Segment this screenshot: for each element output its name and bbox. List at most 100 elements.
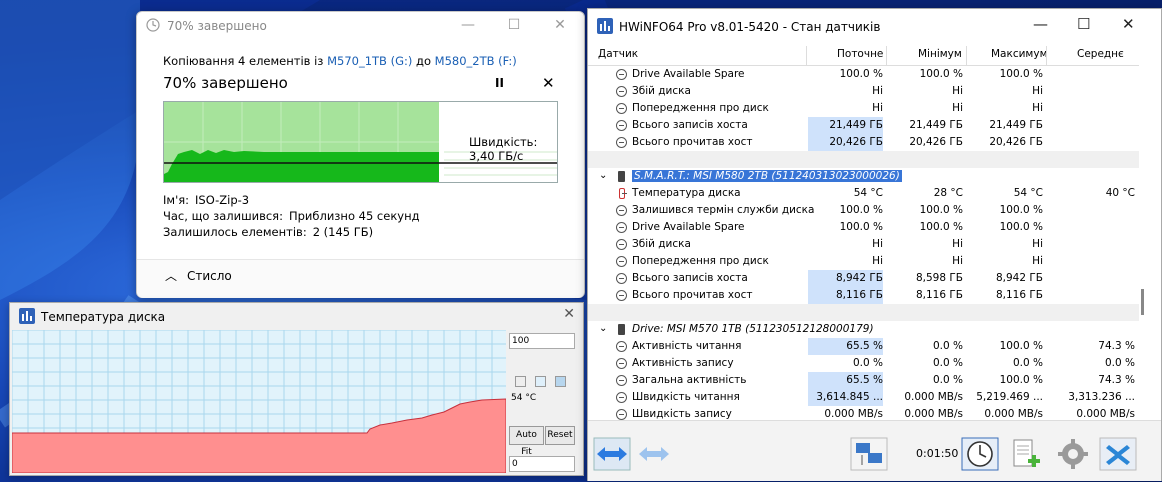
value-avg: 74.3 % [1098,340,1135,352]
sensor-group-header[interactable]: ⌄ S.M.A.R.T.: MSI M580 2TB (5112403130230… [588,168,1139,185]
sensor-row[interactable]: Всього записів хоста 21,449 ГБ 21,449 ГБ 21… [588,117,1139,134]
value-min: Ні [952,85,963,97]
file-name-row: Ім'я: ISO-Zip-3 [163,193,249,207]
copy-description: Копіювання 4 елементів із M570_1TB (G:) … [163,54,517,68]
value-cur: 100.0 % [839,204,883,216]
option-checkbox-1[interactable] [515,376,526,387]
report-add-icon[interactable] [1006,437,1044,471]
sensor-row[interactable]: Температура диска 54 °C 28 °C 54 °C 40 °C [588,185,1139,202]
value-cur: 100.0 % [839,68,883,80]
hwinfo-title: HWiNFO64 Pro v8.01-5420 - Стан датчиків [619,20,881,34]
name-label: Ім'я: [163,193,190,207]
value-avg: 3,313.236 ... [1068,391,1135,403]
sensor-row[interactable]: Всього прочитав хост 20,426 ГБ 20,426 ГБ 20… [588,134,1139,151]
value-avg [1060,287,1135,304]
settings-gear-icon[interactable] [1054,437,1092,471]
value-max: 100.0 % [999,340,1043,352]
value-avg [1060,134,1135,151]
sensor-row[interactable]: Drive Available Spare 100.0 % 100.0 % 100.0… [588,219,1139,236]
sensor-row[interactable]: Залишився термін служби диска 100.0 % 100.… [588,202,1139,219]
column-minimum[interactable]: Мінімум [918,48,962,60]
elapsed-timer: 0:01:50 [916,447,959,460]
value-cur: 20,426 ГБ [808,134,883,151]
sensor-name: Температура диска [632,187,741,199]
disk-temperature-window: Температура диска ✕ 100 54 °C Auto Fit R… [9,302,584,476]
hwinfo-titlebar: HWiNFO64 Pro v8.01-5420 - Стан датчиків … [588,9,1161,41]
value-avg [1060,202,1135,219]
sensor-status-icon [616,341,627,352]
sensor-name: Швидкість запису [632,408,732,420]
value-avg [1060,117,1135,134]
close-x-icon[interactable] [1099,437,1137,471]
maximize-button[interactable]: ☐ [1077,15,1090,33]
sensor-name: Залишився термін служби диска [632,204,815,216]
column-sensor[interactable]: Датчик [598,48,638,60]
cancel-copy-button[interactable]: ✕ [542,74,555,92]
sensor-row[interactable]: Збій диска Ні Ні Ні [588,236,1139,253]
option-checkbox-3[interactable] [555,376,566,387]
close-button[interactable]: ✕ [549,16,571,34]
scrollbar-thumb[interactable] [1141,289,1144,315]
destination-link[interactable]: M580_2TB (F:) [435,54,517,68]
value-min: 28 °C [933,187,963,199]
chevron-down-icon[interactable]: ⌄ [599,323,607,334]
sensor-status-icon [616,392,627,403]
sensor-status-icon [616,409,627,420]
value-min: 21,449 ГБ [909,119,963,131]
clock-reset-icon[interactable] [961,437,999,471]
value-cur: 54 °C [853,187,883,199]
items-value: 2 (145 ГБ) [312,225,374,239]
column-maximum[interactable]: Максимум [991,48,1048,60]
sensor-row[interactable]: Активність читання 65.5 % 0.0 % 100.0 % 74.3… [588,338,1139,355]
sensor-row[interactable]: Збій диска Ні Ні Ні [588,83,1139,100]
value-cur: 0.000 MB/s [824,408,883,420]
sensor-row[interactable]: Попередження про диск Ні Ні Ні [588,100,1139,117]
network-icon[interactable] [850,437,888,471]
minimize-button[interactable]: — [1033,15,1048,33]
value-avg [1060,236,1135,253]
close-button[interactable]: ✕ [1122,15,1135,33]
sensor-status-icon [616,273,627,284]
value-max: 0.000 MB/s [984,408,1043,420]
value-min: 0.0 % [932,374,963,386]
items-label: Залишилось елементів: [163,225,307,239]
sensor-name: Drive Available Spare [632,68,745,80]
value-max: 100.0 % [999,374,1043,386]
sensor-name: Швидкість читання [632,391,740,403]
navigate-back-icon[interactable] [593,437,631,471]
collapse-toggle[interactable]: ︿ Стисло [137,259,584,298]
minimize-button[interactable]: — [457,16,479,34]
auto-fit-button[interactable]: Auto Fit [509,426,544,457]
name-value: ISO-Zip-3 [195,193,250,207]
sensor-row[interactable]: Drive Available Spare 100.0 % 100.0 % 100.0… [588,66,1139,83]
sensor-row[interactable]: Попередження про диск Ні Ні Ні [588,253,1139,270]
temp-close-button[interactable]: ✕ [563,306,575,322]
value-max: Ні [1032,255,1043,267]
value-min: 0.0 % [932,357,963,369]
sensor-group-header[interactable]: ⌄ Drive: MSI M570 1TB (511230512128000179… [588,321,1139,338]
pause-button[interactable]: II [495,76,504,90]
value-min: 0.000 MB/s [904,391,963,403]
reset-button[interactable]: Reset [545,426,575,445]
value-cur: 8,942 ГБ [808,270,883,287]
sensor-row[interactable]: Всього прочитав хост 8,116 ГБ 8,116 ГБ 8,11… [588,287,1139,304]
sensor-row[interactable]: Всього записів хоста 8,942 ГБ 8,598 ГБ 8,94… [588,270,1139,287]
sensor-row[interactable]: Загальна активність 65.5 % 0.0 % 100.0 % 74.… [588,372,1139,389]
sensor-status-icon [616,137,627,148]
group-spacer [588,304,1139,321]
time-value: Приблизно 45 секунд [288,209,420,223]
sensor-row[interactable]: Швидкість читання 3,614.845 ... 0.000 MB/s… [588,389,1139,406]
maximize-button[interactable]: ☐ [503,16,525,34]
source-link[interactable]: M570_1TB (G:) [327,54,412,68]
navigate-forward-icon[interactable] [635,437,673,471]
sensor-status-icon [616,86,627,97]
value-min: Ні [952,255,963,267]
column-average[interactable]: Середнє [1077,48,1124,60]
sensor-row[interactable]: Швидкість запису 0.000 MB/s 0.000 MB/s 0.00… [588,406,1139,420]
chevron-down-icon[interactable]: ⌄ [599,170,607,181]
option-checkbox-2[interactable] [535,376,546,387]
sensor-status-icon [616,239,627,250]
graph-max-value: 100 [509,333,575,349]
column-current[interactable]: Поточне [837,48,883,60]
sensor-row[interactable]: Активність запису 0.0 % 0.0 % 0.0 % 0.0 % [588,355,1139,372]
